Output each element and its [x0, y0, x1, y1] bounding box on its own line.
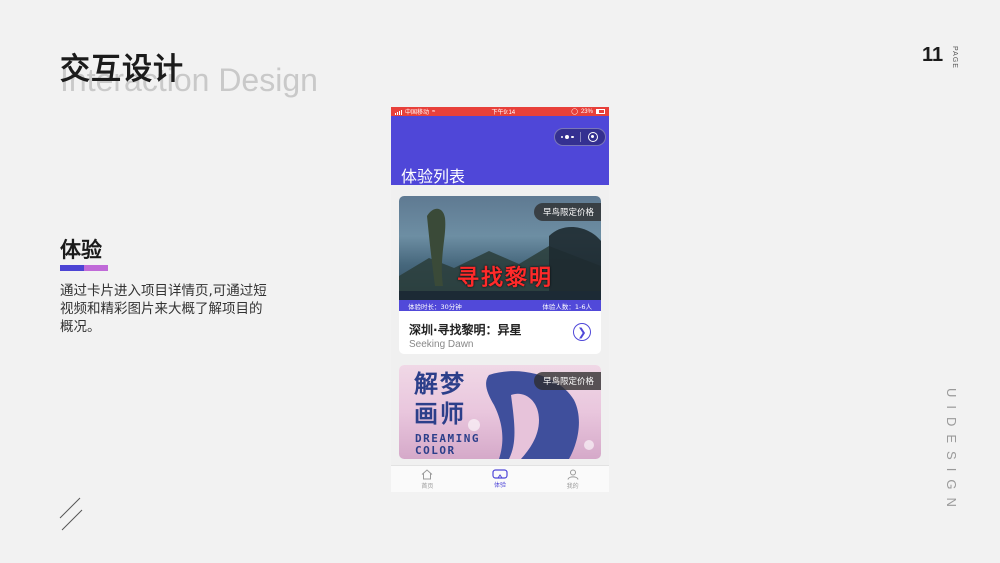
- wifi-icon: ≈: [432, 108, 436, 115]
- app-title: 体验列表: [401, 167, 466, 186]
- miniapp-capsule: [554, 128, 606, 146]
- double-slash-decoration: [59, 497, 83, 531]
- duration-text: 体验时长：30分钟: [408, 302, 462, 311]
- card-subtitle: Seeking Dawn: [409, 339, 474, 350]
- target-icon: [587, 132, 598, 142]
- poster-title: 寻找黎明: [457, 266, 554, 291]
- poster-title-line2: 画师: [414, 400, 466, 428]
- page-title: 交互设计: [60, 52, 184, 87]
- page-number: 11: [922, 44, 944, 66]
- tab-home[interactable]: 首页: [391, 466, 464, 492]
- status-bar: 中国移动 ≈ 下午9:14 ◯ 23%: [391, 107, 609, 116]
- card-cover-image[interactable]: 解梦 画师 DREAMING COLOR 早鸟限定价格: [399, 365, 601, 459]
- carrier-text: 中国移动: [405, 110, 430, 116]
- status-time: 下午9:14: [491, 110, 516, 116]
- section-description: 通过卡片进入项目详情页,可通过短视频和精彩图片来大概了解项目的概况。: [60, 283, 267, 335]
- battery-icon: [595, 109, 605, 114]
- section-title: 体验: [60, 238, 102, 262]
- side-vertical-text: UIDESIGN: [944, 388, 959, 515]
- page-label: PAGE: [951, 46, 958, 69]
- poster-title-line1: 解梦: [414, 370, 466, 398]
- card-cover-image[interactable]: 寻找黎明 早鸟限定价格 体验时长：30分钟 体验人数：1-6人: [399, 196, 601, 311]
- app-header: 体验列表: [391, 116, 609, 186]
- home-icon: [421, 468, 433, 479]
- tab-experience[interactable]: 体验: [464, 466, 537, 492]
- poster-title-cn: 解梦 画师: [414, 369, 466, 429]
- poster-en-line2: COLOR: [415, 444, 456, 457]
- tab-label: 我的: [566, 482, 579, 490]
- card-info-bar: 体验时长：30分钟 体验人数：1-6人: [399, 300, 601, 311]
- players-text: 体验人数：1-6人: [542, 302, 592, 311]
- experience-list: 寻找黎明 早鸟限定价格 体验时长：30分钟 体验人数：1-6人 深圳·寻找黎明：…: [391, 185, 609, 459]
- tab-label: 首页: [421, 482, 434, 490]
- alarm-icon: ◯: [571, 109, 578, 115]
- bottom-tab-bar: 首页 体验 我的: [391, 465, 609, 492]
- tab-label: 体验: [494, 482, 507, 489]
- more-dots-icon: [560, 135, 574, 139]
- battery-percent: 23%: [580, 108, 593, 115]
- chevron-right-icon[interactable]: ❯: [573, 323, 591, 341]
- tab-mine[interactable]: 我的: [536, 466, 609, 492]
- vr-headset-icon: [492, 469, 508, 479]
- card-title: 深圳·寻找黎明：异星: [409, 323, 522, 337]
- poster-title-en: DREAMING COLOR: [415, 433, 480, 457]
- more-button[interactable]: [555, 129, 580, 145]
- experience-card[interactable]: 寻找黎明 早鸟限定价格 体验时长：30分钟 体验人数：1-6人 深圳·寻找黎明：…: [399, 196, 601, 354]
- section-underline: [60, 265, 108, 271]
- user-icon: [567, 469, 579, 480]
- experience-card[interactable]: 解梦 画师 DREAMING COLOR 早鸟限定价格: [399, 365, 601, 459]
- card-body[interactable]: 深圳·寻找黎明：异星 Seeking Dawn ❯: [399, 311, 601, 354]
- close-miniapp-button[interactable]: [581, 129, 606, 145]
- phone-screen: 中国移动 ≈ 下午9:14 ◯ 23% 体验列表 寻找黎明 早鸟限定价格 体验时…: [391, 107, 609, 492]
- signal-icon: [395, 109, 402, 115]
- price-badge: 早鸟限定价格: [533, 203, 601, 221]
- price-badge: 早鸟限定价格: [533, 372, 601, 390]
